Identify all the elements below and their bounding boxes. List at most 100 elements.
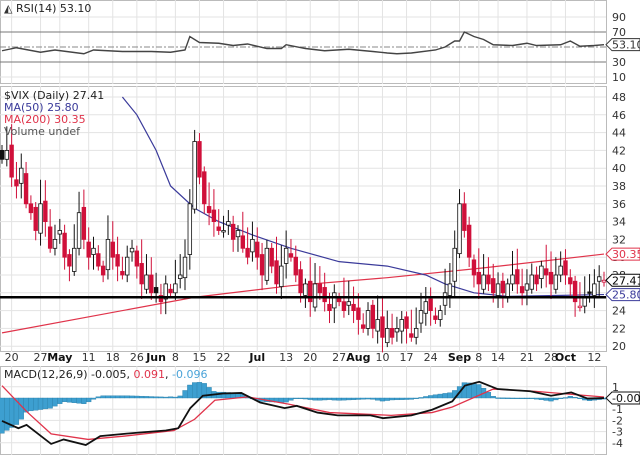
macd-histogram-bar [495,397,501,399]
candle [197,141,202,178]
x-tick-label: 8 [172,351,179,364]
candle [457,203,462,255]
macd-histogram-bar [139,395,145,399]
candle [206,206,212,214]
macd-histogram-bar [408,397,414,400]
macd-histogram-bar [105,395,111,399]
macd-histogram-bar [0,397,5,434]
macd-histogram-bar [100,395,106,399]
macd-histogram-bar [9,397,15,428]
macd-histogram-bar [567,396,573,399]
macd-histogram-bar [562,397,569,399]
candle [404,316,409,329]
macd-histogram-bar [182,390,188,399]
x-tick-label: Jun [145,351,166,364]
macd-histogram-bar [432,394,439,399]
rsi-legend: ◭ RSI(14) 53.10 [4,2,91,15]
candle [471,259,477,276]
macd-histogram-bar [283,397,289,403]
macd-histogram-bar [293,397,299,400]
macd-histogram-bar [428,395,434,399]
candle [76,212,82,249]
macd-histogram-bar [90,397,97,400]
candle [409,333,414,338]
candle [317,283,323,294]
candle [341,301,347,312]
candle [529,274,534,290]
candle [100,265,106,276]
price-tick-label: 34 [612,216,626,229]
macd-histogram-bar [134,395,140,399]
candle [596,276,602,282]
candle [129,247,135,253]
macd-histogram-bar [447,392,453,399]
candle [187,203,193,255]
rsi-tick-label: 10 [612,71,626,84]
price-tick-label: 38 [612,180,626,193]
macd-histogram-bar [370,397,376,400]
macd-histogram-bar [548,397,554,402]
macd-histogram-bar [365,397,371,400]
macd-histogram-bar [346,397,352,401]
candle [211,209,217,222]
candle [558,265,563,276]
candle [568,277,573,285]
x-tick-label: 20 [5,351,19,364]
macd-histogram-bar [423,396,429,399]
macd-histogram-bar [167,396,174,399]
candle [539,265,544,279]
price-tick-label: 40 [612,162,626,175]
macd-histogram-bar [519,397,525,400]
macd-histogram-bar [524,397,530,400]
vix-chart: 20 27 May 11 18 26 Jun 8 15 22 Jul 13 20 27 Aug 10 17 24 S… [0,0,640,455]
candle [548,271,554,285]
rsi-tick-label: 30 [612,56,626,69]
candle [332,292,337,309]
candle [110,241,115,258]
candle [202,171,207,205]
candle [115,254,120,267]
candle [452,247,457,282]
x-tick-label: 27 [34,351,48,364]
x-tick-label: 14 [491,351,505,364]
candle [125,256,130,276]
macd-histogram-bar [124,395,130,399]
candle [553,274,559,290]
macd-histogram-bar [514,397,520,400]
candle [592,283,597,296]
macd-histogram-bar [52,397,58,407]
macd-histogram-bar [307,397,313,400]
grid: 20 27 May 11 18 26 Jun 8 15 22 Jul 13 20 27 Aug 10 17 24 S… [0,0,607,455]
line-icon: ◭ [4,2,13,15]
macd-histogram-bar [177,395,183,399]
candle [365,310,371,329]
candle [9,144,14,178]
candle [240,235,245,249]
macd-histogram-bar [192,382,198,399]
candle [216,226,221,231]
candle [418,310,424,324]
candle [563,260,568,276]
macd-histogram-bar [529,397,535,400]
rsi-line [1,31,605,55]
macd-histogram-bar [143,396,150,399]
panel-frame [0,86,607,352]
macd-histogram-bar [341,397,347,401]
candle [72,247,77,272]
x-tick-label: Sep [448,351,471,364]
candle [274,260,279,285]
candle [577,305,583,309]
macd-histogram-bar [577,397,583,400]
candle [0,149,5,160]
price-tick-label: 24 [612,305,626,318]
candle [346,301,351,306]
candle [96,253,101,267]
candle [370,304,376,329]
rsi-value-tag: 53.10 [612,39,640,52]
x-tick-label: 12 [587,351,601,364]
x-tick-label: 20 [303,351,317,364]
candle [134,250,140,267]
macd-histogram-bar [360,397,366,400]
candle [57,230,62,235]
candle [303,283,308,296]
